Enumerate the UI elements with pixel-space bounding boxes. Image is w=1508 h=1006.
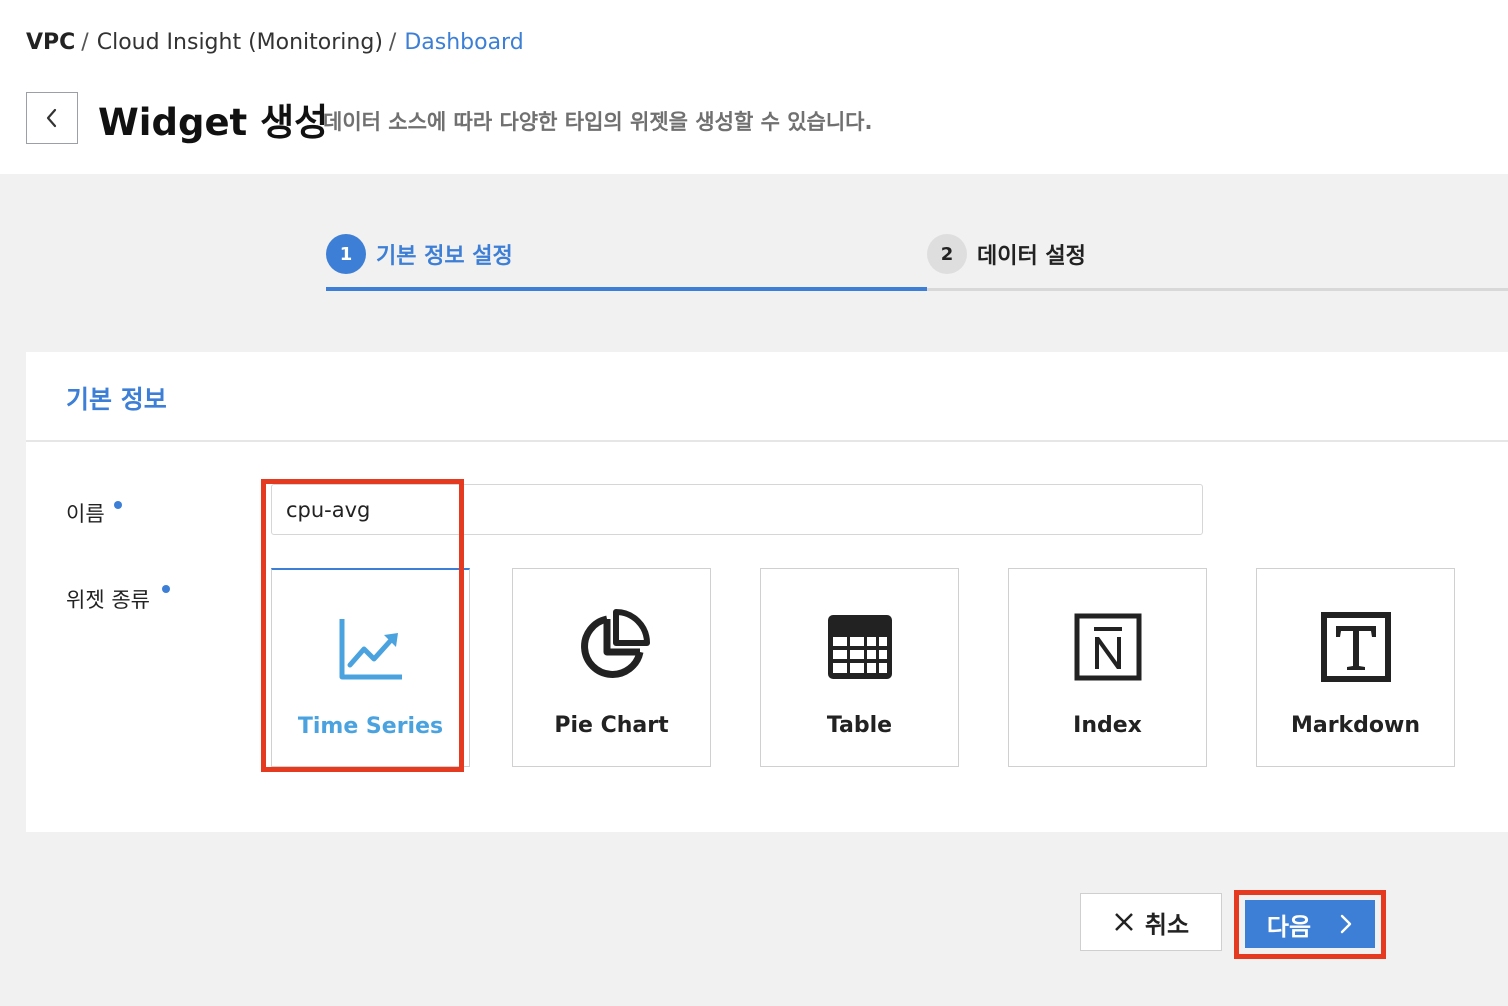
chevron-left-icon <box>46 108 57 128</box>
widget-type-label: 위젯 종류 <box>66 588 150 612</box>
back-button[interactable] <box>26 92 78 144</box>
next-button[interactable]: 다음 <box>1245 900 1375 948</box>
index-n-icon <box>1074 613 1141 681</box>
breadcrumb-separator: / <box>388 30 397 55</box>
chevron-right-icon <box>1340 914 1352 934</box>
table-grid-icon <box>827 615 892 679</box>
step-data-settings[interactable]: 2 데이터 설정 <box>927 234 1086 274</box>
basic-info-card: 기본 정보 이름 위젯 종류 Time Series <box>26 352 1508 832</box>
next-button-label: 다음 <box>1266 912 1312 941</box>
stepper: 1 기본 정보 설정 2 데이터 설정 <box>326 230 1508 292</box>
close-icon <box>1115 913 1133 931</box>
tile-label: Time Series <box>297 714 444 739</box>
breadcrumb-vpc[interactable]: VPC <box>26 30 75 55</box>
name-input[interactable] <box>271 484 1203 535</box>
stepper-progress <box>326 287 927 291</box>
breadcrumb-separator: / <box>81 30 89 55</box>
tile-label: Markdown <box>1290 713 1421 738</box>
cancel-button-label: 취소 <box>1144 910 1190 939</box>
markdown-t-icon <box>1320 612 1391 682</box>
widget-type-index[interactable]: Index <box>1008 568 1207 767</box>
widget-type-pie-chart[interactable]: Pie Chart <box>512 568 711 767</box>
time-series-chart-icon <box>339 619 402 680</box>
cancel-button[interactable]: 취소 <box>1080 893 1222 951</box>
step-number: 1 <box>326 234 366 274</box>
widget-type-table[interactable]: Table <box>760 568 959 767</box>
step-label: 데이터 설정 <box>977 244 1086 269</box>
tile-label: Table <box>826 713 893 738</box>
widget-type-markdown[interactable]: Markdown <box>1256 568 1455 767</box>
step-label: 기본 정보 설정 <box>376 244 513 269</box>
section-divider <box>26 440 1508 442</box>
breadcrumb: VPC / Cloud Insight (Monitoring) / Dashb… <box>26 30 524 55</box>
pie-chart-icon <box>580 609 650 678</box>
step-number: 2 <box>927 234 967 274</box>
breadcrumb-dashboard[interactable]: Dashboard <box>404 30 523 55</box>
name-label: 이름 <box>66 502 105 526</box>
page-title: Widget 생성 <box>98 101 329 144</box>
breadcrumb-cloud-insight[interactable]: Cloud Insight (Monitoring) <box>97 30 383 55</box>
tile-label: Pie Chart <box>554 713 669 738</box>
required-dot-icon <box>162 585 170 593</box>
widget-type-time-series[interactable]: Time Series <box>271 568 470 767</box>
tile-label: Index <box>1073 713 1142 738</box>
required-dot-icon <box>114 501 122 509</box>
page-header: VPC / Cloud Insight (Monitoring) / Dashb… <box>0 0 1508 174</box>
step-basic-info[interactable]: 1 기본 정보 설정 <box>326 234 513 274</box>
page-description: 데이터 소스에 따라 다양한 타입의 위젯을 생성할 수 있습니다. <box>323 110 873 134</box>
section-title: 기본 정보 <box>66 385 167 414</box>
